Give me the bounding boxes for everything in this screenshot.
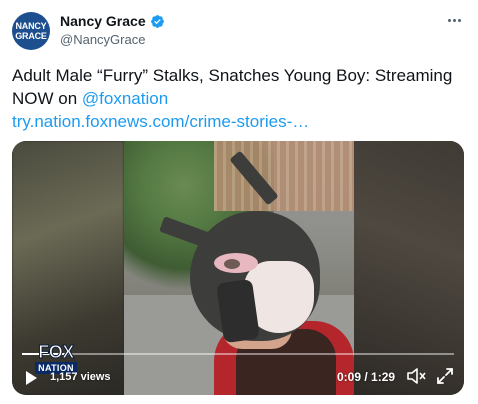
more-options-icon[interactable] xyxy=(444,12,464,28)
video-progress-bar[interactable] xyxy=(22,353,454,355)
avatar-text-line1: NANCY xyxy=(15,21,47,31)
video-time: 0:09 / 1:29 xyxy=(337,370,396,384)
verified-badge-icon xyxy=(150,14,164,28)
video-player[interactable]: FOX NATION 1,157 views 0:09 / 1:29 xyxy=(12,141,464,395)
video-frame xyxy=(124,141,354,395)
handle[interactable]: @NancyGrace xyxy=(60,32,145,47)
avatar-text-line2: GRACE xyxy=(15,31,47,41)
tweet-text: Adult Male “Furry” Stalks, Snatches Youn… xyxy=(12,64,468,133)
mention-link[interactable]: @foxnation xyxy=(82,89,168,108)
play-icon[interactable] xyxy=(26,371,37,385)
mute-icon[interactable] xyxy=(406,367,426,385)
view-count: 1,157 views xyxy=(50,371,111,383)
tweet[interactable]: NANCY GRACE Nancy Grace @NancyGrace Adul… xyxy=(0,0,478,404)
tweet-text-body: Adult Male “Furry” Stalks, Snatches Youn… xyxy=(12,66,453,108)
logo-fox-text: FOX xyxy=(38,342,75,362)
display-name[interactable]: Nancy Grace xyxy=(60,13,146,29)
fullscreen-icon[interactable] xyxy=(436,367,454,385)
video-blur-right xyxy=(354,141,464,395)
avatar[interactable]: NANCY GRACE xyxy=(12,12,50,50)
author-name-row[interactable]: Nancy Grace xyxy=(60,13,165,29)
url-link[interactable]: try.nation.foxnews.com/crime-stories-… xyxy=(12,112,309,131)
